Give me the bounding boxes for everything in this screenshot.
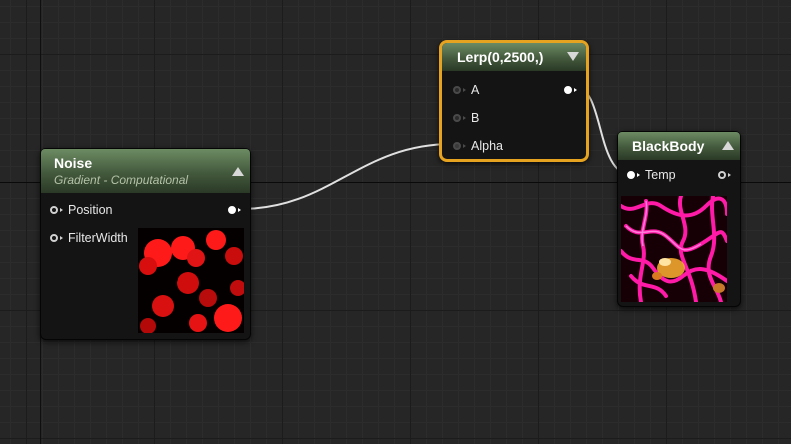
lerp-b-input[interactable]: B: [453, 109, 479, 127]
noise-filterwidth-label: FilterWidth: [68, 231, 128, 245]
lerp-node-header[interactable]: Lerp(0,2500,): [442, 43, 586, 71]
output-pin-icon[interactable]: [718, 171, 731, 179]
output-pin-icon[interactable]: [228, 206, 241, 214]
blackbody-temp-label: Temp: [645, 168, 676, 182]
pin-icon[interactable]: [50, 206, 63, 214]
noise-node-title: Noise: [54, 155, 93, 171]
lerp-alpha-label: Alpha: [471, 139, 503, 153]
collapse-triangle-icon[interactable]: [722, 141, 734, 150]
noise-filterwidth-input[interactable]: FilterWidth: [50, 229, 128, 247]
output-pin-icon[interactable]: [564, 86, 577, 94]
lerp-b-label: B: [471, 111, 480, 125]
pin-icon[interactable]: [627, 171, 640, 179]
pin-icon[interactable]: [453, 114, 466, 122]
lerp-alpha-input[interactable]: Alpha: [453, 137, 503, 155]
blackbody-preview-image: [621, 196, 727, 302]
lerp-a-label: A: [471, 83, 480, 97]
noise-position-label: Position: [68, 203, 113, 217]
collapse-triangle-icon[interactable]: [232, 167, 244, 176]
pin-icon[interactable]: [453, 86, 466, 94]
noise-node-subtitle: Gradient - Computational: [54, 173, 189, 187]
noise-position-input[interactable]: Position: [50, 201, 112, 219]
noise-preview-svg: [138, 228, 244, 333]
blackbody-preview-svg: [621, 196, 727, 302]
pin-icon[interactable]: [50, 234, 63, 242]
pin-icon[interactable]: [453, 142, 466, 150]
lerp-a-input[interactable]: A: [453, 81, 479, 99]
wire-noise-to-lerp-alpha[interactable]: [240, 143, 453, 210]
collapse-triangle-icon[interactable]: [567, 52, 579, 61]
noise-node[interactable]: Noise Gradient - Computational Position …: [40, 148, 251, 340]
blackbody-temp-input[interactable]: Temp: [627, 166, 676, 184]
noise-preview-image: [138, 228, 244, 333]
lerp-node[interactable]: Lerp(0,2500,) A B Alpha: [439, 40, 589, 162]
noise-node-header[interactable]: Noise Gradient - Computational: [41, 149, 250, 193]
blackbody-node-header[interactable]: BlackBody: [618, 132, 740, 160]
blackbody-node[interactable]: BlackBody Temp: [617, 131, 741, 307]
